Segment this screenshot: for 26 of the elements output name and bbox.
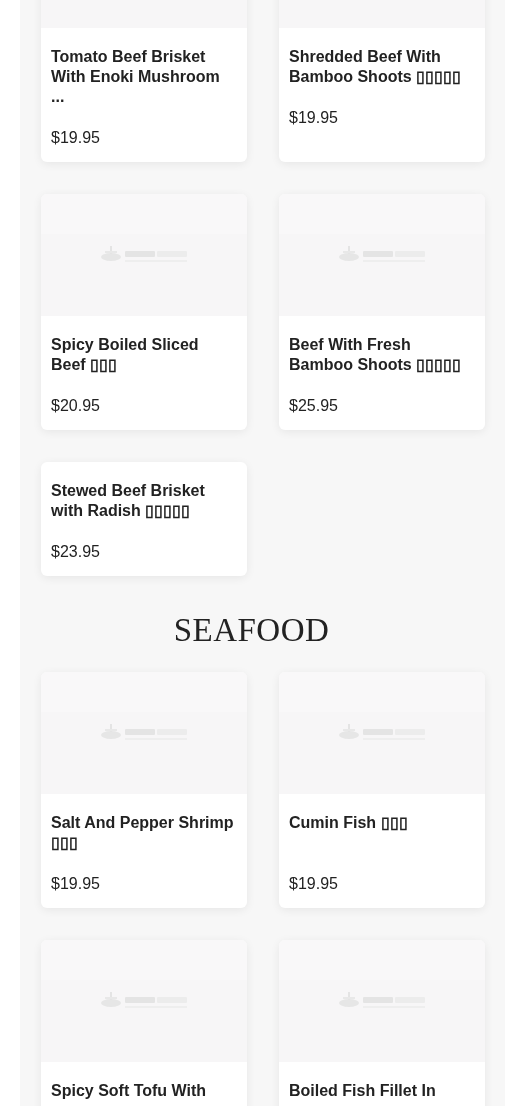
dish-card[interactable]: Beef With Fresh Bamboo Shoots ▯▯▯▯▯ $25.95 — [279, 194, 485, 430]
dish-name: Shredded Beef With Bamboo Shoots ▯▯▯▯▯ — [289, 47, 463, 87]
dish-name: Stewed Beef Brisket with Radish ▯▯▯▯▯ — [51, 481, 206, 521]
dish-price: $20.95 — [51, 396, 101, 416]
dish-price: $19.95 — [51, 874, 101, 894]
dish-price: $23.95 — [51, 542, 101, 562]
dish-name: Cumin Fish ▯▯▯ — [289, 813, 409, 833]
dish-name: Spicy Boiled Sliced Beef ▯▯▯ — [51, 335, 200, 375]
dish-name: Salt And Pepper Shrimp ▯▯▯ — [51, 813, 235, 853]
dish-price: $25.95 — [289, 396, 339, 416]
dish-card[interactable]: Tomato Beef Brisket With Enoki Mushroom ... $19.95 — [41, 0, 247, 162]
dish-name: Boiled Fish Fillet In — [289, 1081, 437, 1101]
dish-name: Beef With Fresh Bamboo Shoots ▯▯▯▯▯ — [289, 335, 463, 375]
dish-card[interactable]: Stewed Beef Brisket with Radish ▯▯▯▯▯ $23.95 — [41, 462, 247, 576]
dish-name: Spicy Soft Tofu With — [51, 1081, 208, 1101]
dish-card[interactable]: Spicy Soft Tofu With — [41, 940, 247, 1106]
dish-price: $19.95 — [289, 874, 339, 894]
dish-price: $19.95 — [289, 108, 339, 128]
dish-card[interactable]: Shredded Beef With Bamboo Shoots ▯▯▯▯▯ $19.95 — [279, 0, 485, 162]
section-heading: SEAFOOD — [172, 612, 331, 648]
dish-card[interactable]: Spicy Boiled Sliced Beef ▯▯▯ $20.95 — [41, 194, 247, 430]
dish-name: Tomato Beef Brisket With Enoki Mushroom ... — [51, 47, 221, 107]
dish-card[interactable]: Cumin Fish ▯▯▯ $19.95 — [279, 672, 485, 908]
dish-card[interactable]: Salt And Pepper Shrimp ▯▯▯ $19.95 — [41, 672, 247, 908]
dish-price: $19.95 — [51, 128, 101, 148]
dish-card[interactable]: Boiled Fish Fillet In — [279, 940, 485, 1106]
